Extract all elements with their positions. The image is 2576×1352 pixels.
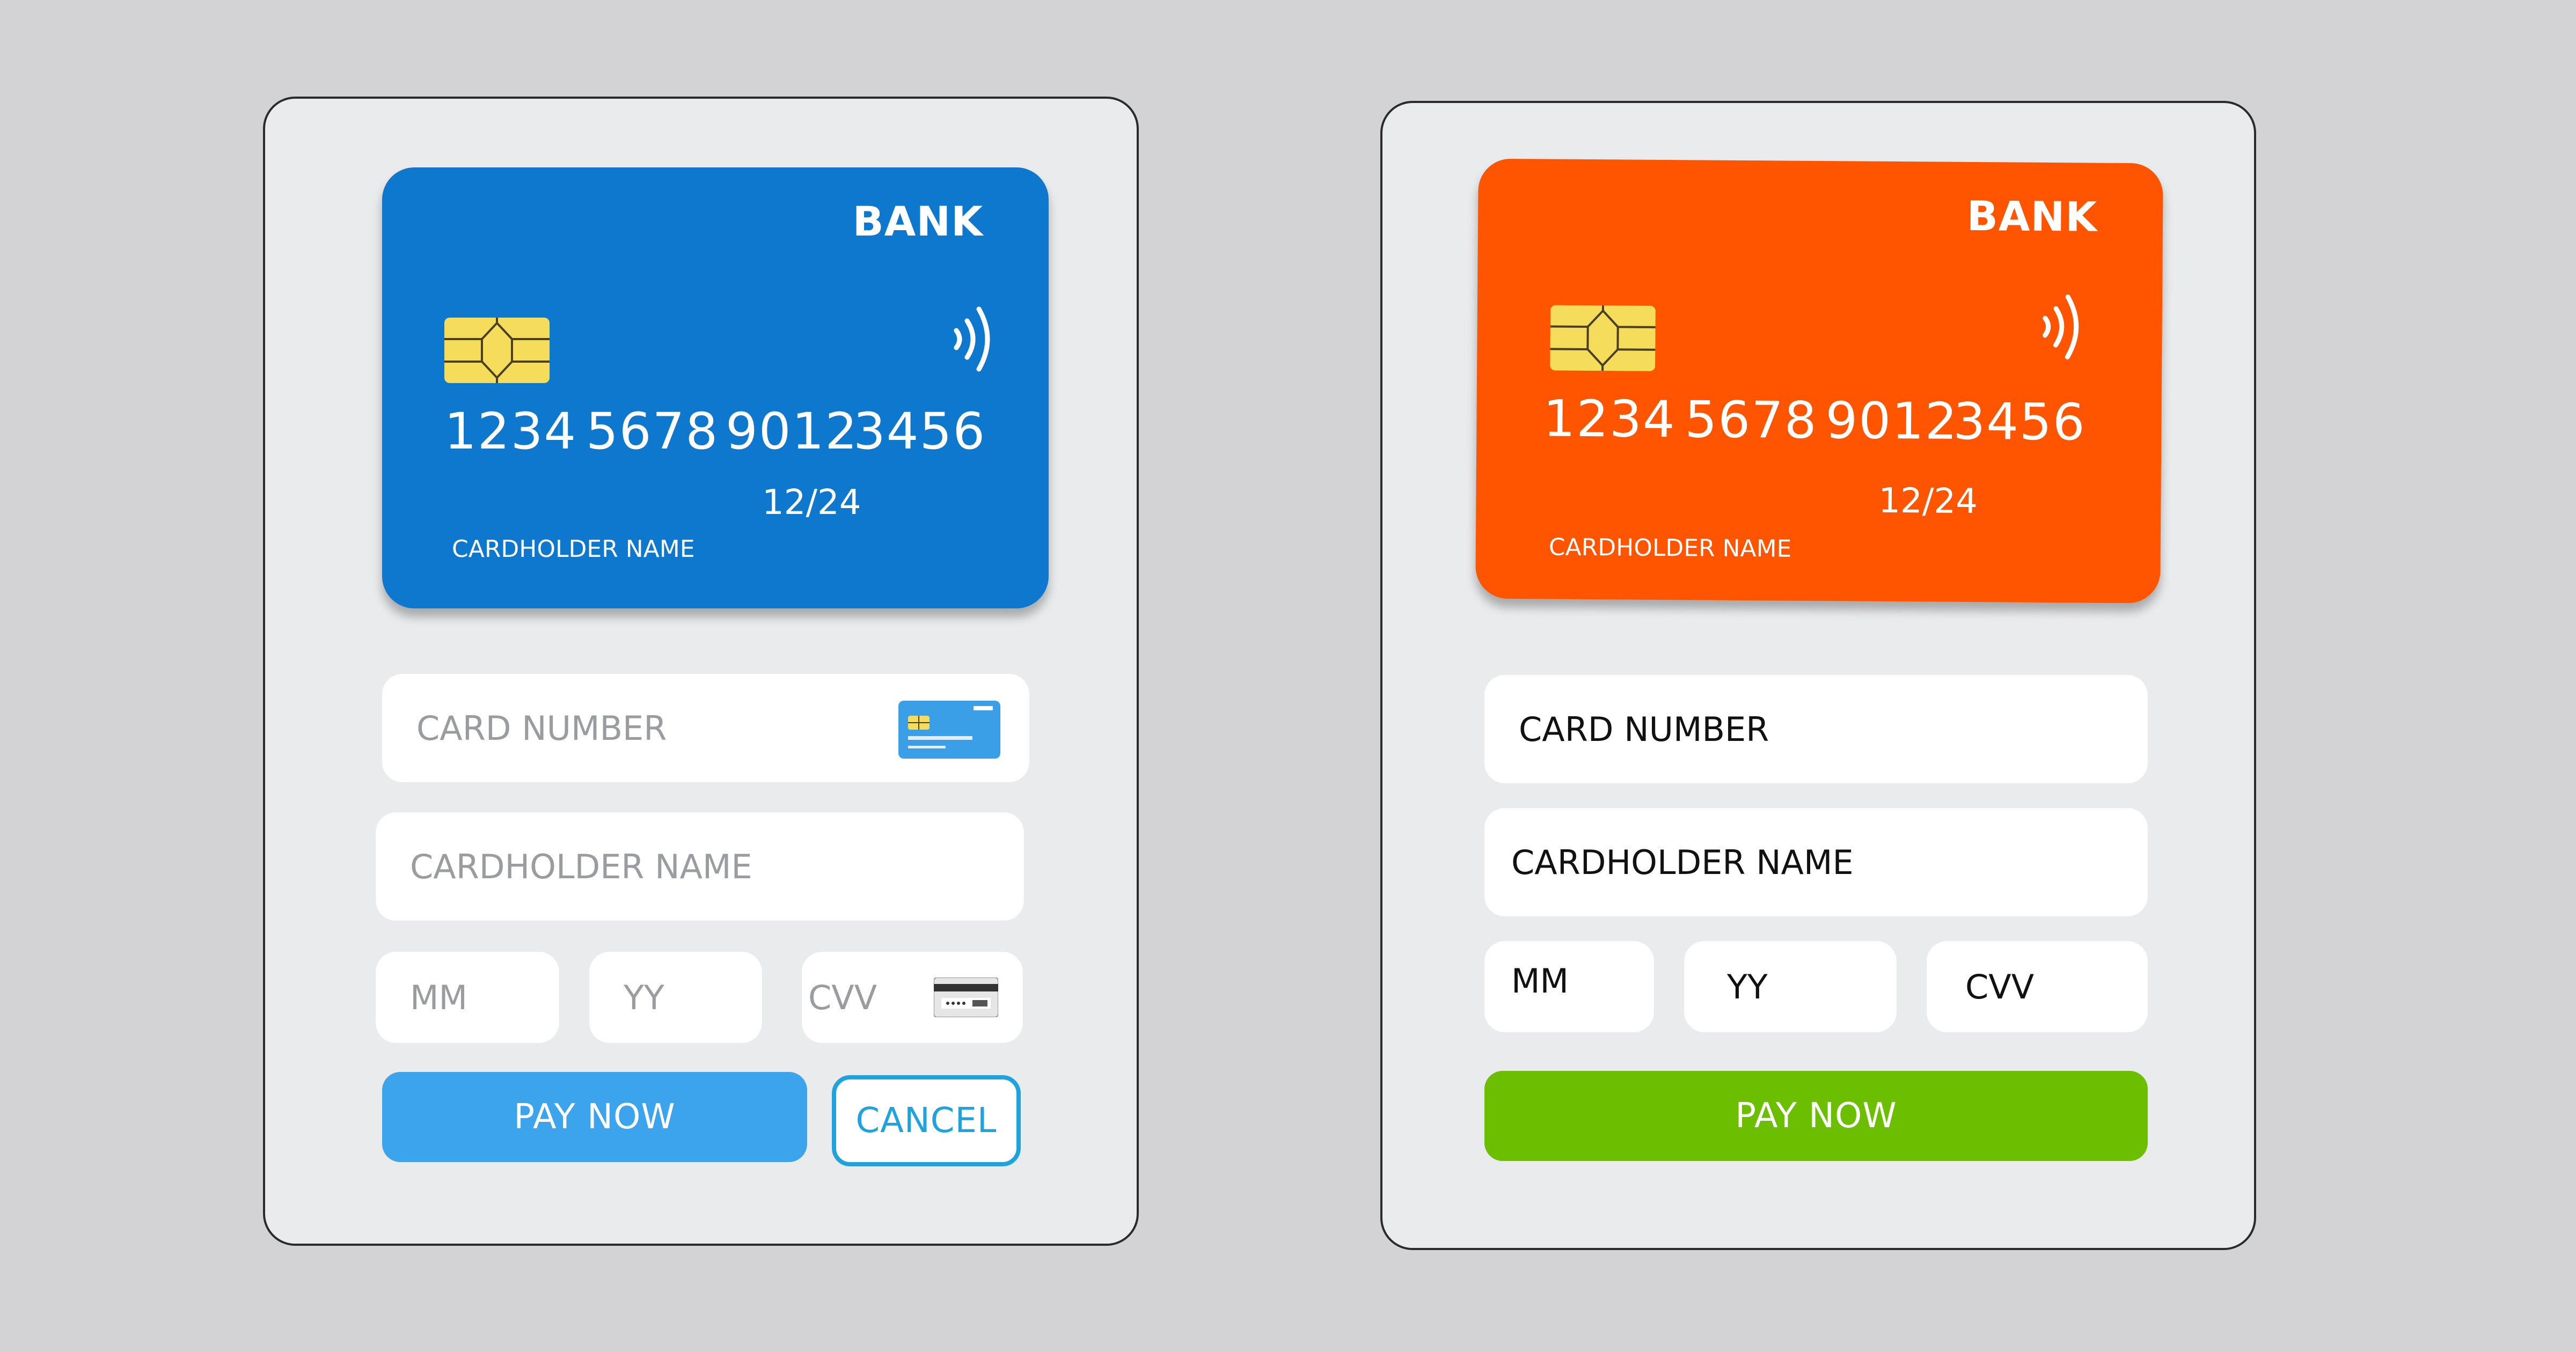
credit-card-preview: BANK 1234 5678 9012 3456 12/24 CARDHOLDE… xyxy=(382,167,1049,608)
cvv-placeholder: CVV xyxy=(808,978,877,1017)
card-holder-name: CARDHOLDER NAME xyxy=(452,535,695,563)
year-value: YY xyxy=(1727,967,1768,1006)
bank-name: BANK xyxy=(1966,192,2098,241)
expiry-month-input[interactable]: MM xyxy=(376,952,559,1043)
cardholder-name-placeholder: CARDHOLDER NAME xyxy=(410,847,752,886)
cardholder-name-input[interactable]: CARDHOLDER NAME xyxy=(376,812,1024,921)
card-number-group-3: 9012 xyxy=(1825,392,1959,451)
card-expiry: 12/24 xyxy=(762,483,861,523)
pay-now-button[interactable]: PAY NOW xyxy=(382,1072,807,1162)
month-value: MM xyxy=(1511,961,1569,1001)
expiry-year-input[interactable]: YY xyxy=(589,952,762,1043)
card-number-input[interactable]: CARD NUMBER xyxy=(382,674,1029,782)
contactless-icon xyxy=(954,306,990,372)
card-number-group-2: 5678 xyxy=(586,402,719,461)
cvv-input[interactable]: CVV xyxy=(1927,941,2148,1032)
card-thumbnail-icon xyxy=(898,701,1000,759)
cardholder-name-input[interactable]: CARDHOLDER NAME xyxy=(1484,808,2148,916)
expiry-month-input[interactable]: MM xyxy=(1484,941,1654,1032)
year-placeholder: YY xyxy=(624,978,664,1017)
card-number-group-1: 1234 xyxy=(444,402,577,461)
credit-card-preview: BANK 1234 5678 9012 3456 12/24 CARDHOLDE… xyxy=(1475,158,2163,604)
chip-icon xyxy=(1550,305,1656,371)
payment-form-orange: BANK 1234 5678 9012 3456 12/24 CARDHOLDE… xyxy=(1380,101,2256,1250)
month-placeholder: MM xyxy=(410,978,467,1017)
payment-form-blue: BANK 1234 5678 9012 3456 12/24 CARDHOLDE… xyxy=(263,97,1139,1246)
cvv-value: CVV xyxy=(1965,967,2035,1006)
cvv-card-icon xyxy=(934,978,998,1017)
card-number-value: CARD NUMBER xyxy=(1519,709,1769,749)
card-number-group-2: 5678 xyxy=(1685,391,1818,450)
chip-icon xyxy=(444,318,550,383)
card-number-group-4: 3456 xyxy=(853,402,986,461)
card-number-group-3: 9012 xyxy=(726,402,859,461)
card-holder-name: CARDHOLDER NAME xyxy=(1548,533,1792,563)
card-number-group-4: 3456 xyxy=(1953,392,2087,452)
pay-now-button[interactable]: PAY NOW xyxy=(1484,1071,2148,1161)
bank-name: BANK xyxy=(852,197,983,245)
expiry-year-input[interactable]: YY xyxy=(1684,941,1897,1032)
contactless-icon xyxy=(2043,294,2079,359)
cvv-input[interactable]: CVV xyxy=(802,952,1023,1043)
card-number-group-1: 1234 xyxy=(1543,390,1677,450)
card-number-input[interactable]: CARD NUMBER xyxy=(1484,675,2148,783)
card-number-placeholder: CARD NUMBER xyxy=(416,708,667,748)
card-expiry: 12/24 xyxy=(1878,481,1978,522)
cardholder-name-value: CARDHOLDER NAME xyxy=(1511,842,1854,882)
cancel-button[interactable]: CANCEL xyxy=(832,1075,1021,1166)
